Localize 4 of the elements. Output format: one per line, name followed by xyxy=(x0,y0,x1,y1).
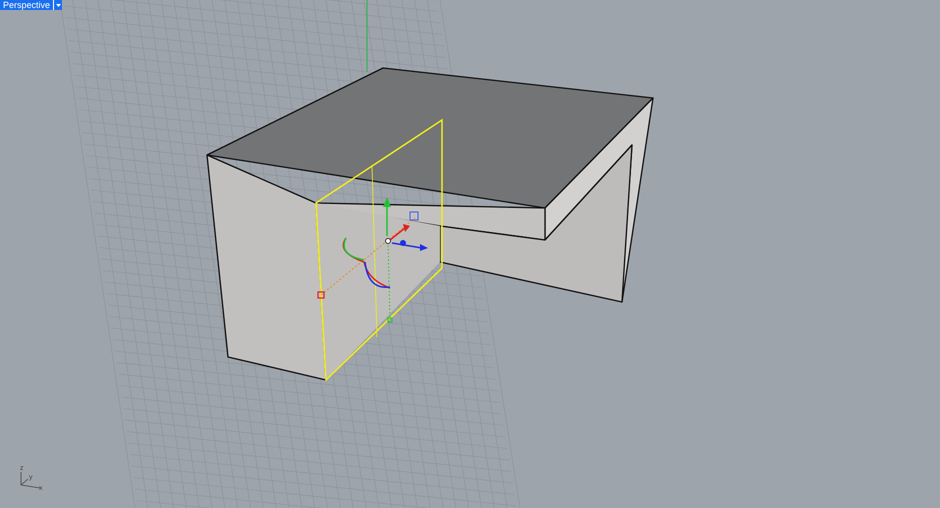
axis-indicator-icon xyxy=(20,472,40,488)
viewport-menu-button[interactable] xyxy=(53,0,62,10)
viewport-title-tab[interactable]: Perspective xyxy=(0,0,54,10)
caret-icon xyxy=(56,4,61,6)
